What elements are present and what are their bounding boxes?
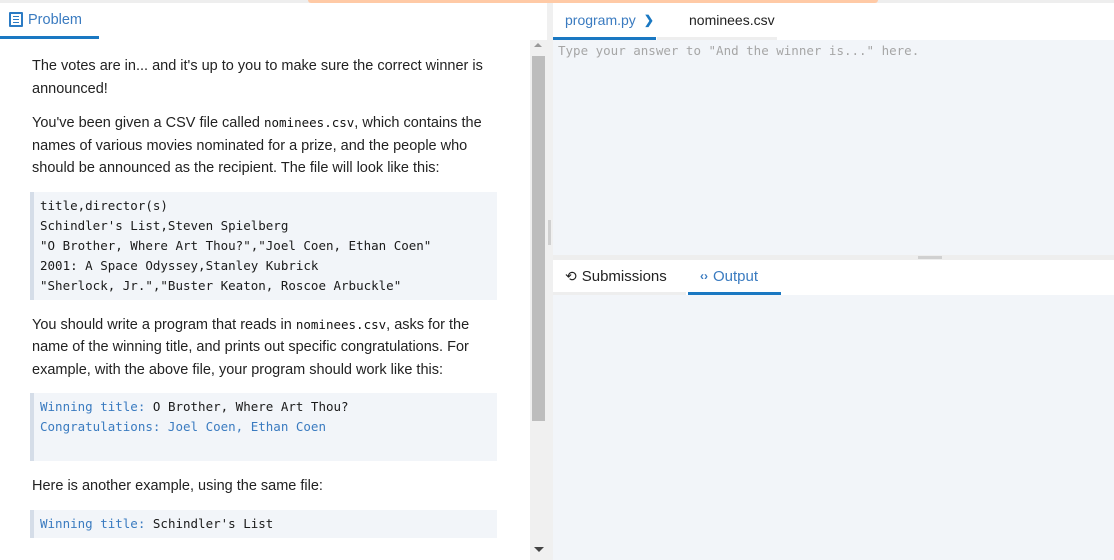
splitter-drag-handle[interactable] [918, 256, 942, 259]
paragraph-csv-intro: You've been given a CSV file called nomi… [32, 112, 497, 180]
user-input-text: Schindler's List [152, 515, 274, 531]
example-output-block-1: Winning title: O Brother, Where Art Thou… [30, 393, 497, 461]
csv-line: "Sherlock, Jr.","Buster Keaton, Roscoe A… [40, 277, 402, 293]
editor-placeholder: Type your answer to "And the winner is..… [558, 43, 920, 58]
code-editor[interactable]: Type your answer to "And the winner is..… [553, 40, 1114, 255]
scroll-thumb[interactable] [532, 56, 545, 421]
example-line: Winning title: Schindler's List [40, 514, 491, 534]
prompt-text: Winning title: [40, 399, 153, 414]
tab-problem-label: Problem [28, 11, 82, 28]
output-tabs: ⟲ Submissions ‹› Output [553, 260, 1114, 295]
prompt-text: Winning title: [40, 515, 153, 531]
chevron-right-icon: ❯ [643, 13, 654, 27]
csv-code-block: title,director(s) Schindler's List,Steven… [30, 191, 497, 300]
problem-panel: Problem The votes are in... and it's up … [0, 3, 530, 560]
text: You've been given a CSV file called [32, 115, 264, 131]
scroll-down-arrow-icon[interactable] [534, 547, 544, 552]
text: You should write a program that reads in [32, 316, 296, 333]
user-input-text: O Brother, Where Art Thou? [152, 399, 349, 414]
tab-nominees-csv[interactable]: nominees.csv [657, 3, 777, 40]
example-output-block-2: Winning title: Schindler's List [30, 509, 497, 538]
problem-description: The votes are in... and it's up to you t… [30, 55, 497, 552]
tab-problem[interactable]: Problem [0, 3, 99, 39]
output-text: Congratulations: Joel Coen, Ethan Coen [40, 419, 326, 434]
tab-label: program.py [565, 12, 636, 28]
tab-program-py[interactable]: program.py ❯ [553, 3, 656, 40]
output-area [553, 295, 1114, 560]
scroll-up-arrow-icon[interactable] [534, 43, 542, 47]
problem-scrollbar[interactable] [530, 40, 547, 560]
tab-label: Output [713, 267, 759, 285]
example-line: Winning title: O Brother, Where Art Thou… [40, 397, 491, 417]
code-icon: ‹› [700, 269, 708, 283]
editor-tabs: program.py ❯ nominees.csv [553, 3, 1114, 40]
tab-label: nominees.csv [689, 12, 775, 28]
paragraph-another-example: Here is another example, using the same … [32, 478, 323, 494]
csv-line: "O Brother, Where Art Thou?","Joel Coen,… [40, 237, 432, 253]
paragraph-task: You should write a program that reads in… [32, 314, 497, 382]
history-icon: ⟲ [565, 267, 577, 284]
inline-code-filename: nominees.csv [295, 316, 387, 332]
document-icon [9, 12, 23, 27]
tab-label: Submissions [581, 267, 667, 285]
csv-line: title,director(s) [40, 197, 168, 213]
divider-drag-handle[interactable] [548, 220, 551, 245]
inline-code-filename: nominees.csv [263, 115, 355, 130]
csv-line: Schindler's List,Steven Spielberg [40, 217, 289, 233]
csv-line: 2001: A Space Odyssey,Stanley Kubrick [40, 257, 319, 273]
paragraph-intro: The votes are in... and it's up to you t… [32, 58, 483, 97]
tab-submissions[interactable]: ⟲ Submissions [553, 260, 686, 295]
tab-output[interactable]: ‹› Output [688, 260, 781, 295]
